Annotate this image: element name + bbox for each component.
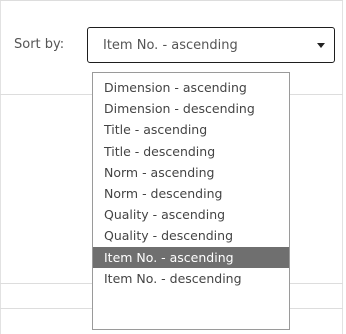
sort-option[interactable]: Dimension - descending [93, 98, 289, 119]
sort-option[interactable]: Dimension - ascending [93, 77, 289, 98]
sort-option[interactable]: Title - ascending [93, 119, 289, 140]
top-divider [0, 0, 343, 1]
sort-option[interactable]: Norm - ascending [93, 162, 289, 183]
sort-select[interactable]: Item No. - ascending [87, 27, 335, 63]
sort-option[interactable]: Quality - descending [93, 225, 289, 246]
sort-option[interactable]: Title - descending [93, 141, 289, 162]
sort-option[interactable]: Item No. - descending [93, 268, 289, 289]
sort-option[interactable]: Quality - ascending [93, 204, 289, 225]
sort-option[interactable]: Norm - descending [93, 183, 289, 204]
sort-option[interactable]: Item No. - ascending [93, 246, 289, 268]
sort-by-label: Sort by: [14, 37, 65, 52]
chevron-down-icon[interactable] [317, 43, 325, 48]
sort-select-value: Item No. - ascending [103, 38, 238, 53]
sort-options-list: Dimension - ascending Dimension - descend… [92, 72, 290, 330]
